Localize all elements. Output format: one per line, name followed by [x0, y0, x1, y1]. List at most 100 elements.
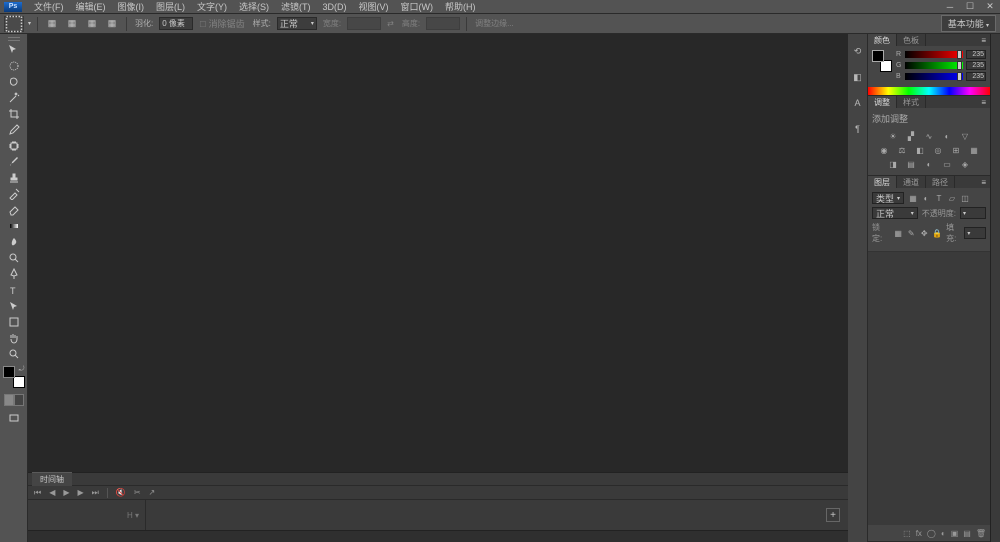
zoom-tool[interactable] [2, 346, 26, 362]
menu-window[interactable]: 窗口(W) [395, 0, 440, 13]
lock-pixels-icon[interactable]: ✎ [906, 228, 916, 238]
layer-style-icon[interactable]: fx [916, 529, 922, 538]
adjustments-tab[interactable]: 调整 [868, 96, 897, 108]
hand-tool[interactable] [2, 330, 26, 346]
adj-brightness-icon[interactable]: ☀ [887, 131, 899, 141]
adj-exposure-icon[interactable]: ◐ [941, 131, 953, 141]
style-select[interactable]: 正常▾ [277, 17, 317, 30]
add-selection-icon[interactable]: ▦ [64, 17, 80, 31]
b-value[interactable]: 235 [966, 72, 986, 81]
character-panel-icon[interactable]: A [851, 96, 865, 110]
timeline-play[interactable]: ▶ [63, 488, 69, 497]
r-slider[interactable] [905, 51, 963, 58]
path-select-tool[interactable] [2, 298, 26, 314]
feather-input[interactable]: 0 像素 [159, 17, 193, 30]
menu-type[interactable]: 文字(Y) [191, 0, 233, 13]
channels-tab[interactable]: 通道 [897, 176, 926, 188]
timeline-split-icon[interactable]: ✂ [134, 488, 141, 497]
paths-tab[interactable]: 路径 [926, 176, 955, 188]
timeline-mute-icon[interactable]: 🔇 [116, 488, 126, 497]
timeline-tab[interactable]: 时间轴 [32, 472, 72, 486]
current-tool-icon[interactable] [4, 16, 24, 32]
menu-3d[interactable]: 3D(D) [317, 2, 353, 12]
menu-file[interactable]: 文件(F) [28, 0, 70, 13]
layer-list[interactable] [868, 252, 990, 525]
properties-panel-icon[interactable]: ◧ [851, 70, 865, 84]
adjustments-panel-menu[interactable]: ≡ [977, 98, 990, 107]
new-group-icon[interactable]: ▣ [951, 529, 959, 538]
blur-tool[interactable] [2, 234, 26, 250]
lock-all-icon[interactable]: 🔒 [932, 228, 942, 238]
opacity-input[interactable]: ▾ [960, 207, 986, 219]
paragraph-panel-icon[interactable]: ¶ [851, 122, 865, 136]
menu-filter[interactable]: 滤镜(T) [275, 0, 317, 13]
lock-transparent-icon[interactable]: ▦ [893, 228, 903, 238]
adj-colorlookup-icon[interactable]: ▦ [968, 145, 980, 155]
subtract-selection-icon[interactable]: ▦ [84, 17, 100, 31]
timeline-add-media[interactable]: + [826, 508, 840, 522]
filter-type-icon[interactable]: T [934, 193, 944, 203]
layer-filter-type[interactable]: 类型▾ [872, 192, 904, 204]
eraser-tool[interactable] [2, 202, 26, 218]
menu-select[interactable]: 选择(S) [233, 0, 275, 13]
tool-preset-dropdown[interactable]: ▾ [28, 20, 31, 27]
blend-mode-select[interactable]: 正常▾ [872, 207, 918, 219]
adj-vibrance-icon[interactable]: ▽ [959, 131, 971, 141]
adj-posterize-icon[interactable]: ▤ [905, 159, 917, 169]
eyedropper-tool[interactable] [2, 122, 26, 138]
history-brush-tool[interactable] [2, 186, 26, 202]
filter-shape-icon[interactable]: ▱ [947, 193, 957, 203]
link-layers-icon[interactable]: ⬚ [903, 529, 911, 538]
delete-layer-icon[interactable]: 🗑 [976, 529, 986, 538]
adj-bw-icon[interactable]: ◧ [914, 145, 926, 155]
fill-input[interactable]: ▾ [964, 227, 986, 239]
filter-smart-icon[interactable]: ◫ [960, 193, 970, 203]
foreground-color-swatch[interactable] [3, 366, 15, 378]
layers-panel-menu[interactable]: ≡ [977, 178, 990, 187]
r-value[interactable]: 235 [966, 50, 986, 59]
new-selection-icon[interactable]: ▦ [44, 17, 60, 31]
timeline-transition-icon[interactable]: ↗ [149, 488, 156, 497]
shape-tool[interactable] [2, 314, 26, 330]
adj-invert-icon[interactable]: ◨ [887, 159, 899, 169]
timeline-prev-frame[interactable]: ◀ [49, 488, 55, 497]
marquee-tool[interactable] [2, 58, 26, 74]
layers-tab[interactable]: 图层 [868, 176, 897, 188]
lasso-tool[interactable] [2, 74, 26, 90]
styles-tab[interactable]: 样式 [897, 96, 926, 108]
new-fill-layer-icon[interactable]: ◐ [941, 529, 946, 538]
healing-tool[interactable] [2, 138, 26, 154]
swatches-tab[interactable]: 色板 [897, 34, 926, 46]
quickmask-toggle[interactable] [4, 394, 24, 408]
adj-photofilter-icon[interactable]: ◎ [932, 145, 944, 155]
move-tool[interactable] [2, 42, 26, 58]
adj-hue-icon[interactable]: ◉ [878, 145, 890, 155]
maximize-button[interactable]: ☐ [964, 2, 976, 12]
layer-mask-icon[interactable]: ◯ [927, 529, 936, 538]
lock-position-icon[interactable]: ✥ [919, 228, 929, 238]
stamp-tool[interactable] [2, 170, 26, 186]
color-panel-swatch[interactable] [872, 50, 892, 72]
menu-layer[interactable]: 图层(L) [150, 0, 191, 13]
menu-image[interactable]: 图像(I) [112, 0, 151, 13]
foreground-background-colors[interactable]: ⤾ [3, 366, 25, 388]
canvas[interactable] [28, 34, 848, 472]
menu-help[interactable]: 帮助(H) [439, 0, 482, 13]
crop-tool[interactable] [2, 106, 26, 122]
timeline-track-area[interactable]: + [146, 500, 848, 530]
g-slider[interactable] [905, 62, 963, 69]
adj-colorbalance-icon[interactable]: ⚖ [896, 145, 908, 155]
intersect-selection-icon[interactable]: ▦ [104, 17, 120, 31]
color-tab[interactable]: 颜色 [868, 34, 897, 46]
minimize-button[interactable]: ─ [944, 2, 956, 12]
adj-selectivecolor-icon[interactable]: ◈ [959, 159, 971, 169]
timeline-next-frame[interactable]: ▶ [78, 488, 84, 497]
g-value[interactable]: 235 [966, 61, 986, 70]
screenmode-toggle[interactable] [2, 410, 26, 426]
adj-gradientmap-icon[interactable]: ▭ [941, 159, 953, 169]
swap-colors-icon[interactable]: ⤾ [19, 366, 25, 374]
dodge-tool[interactable] [2, 250, 26, 266]
timeline-first-frame[interactable]: ⏮ [34, 488, 41, 498]
adj-channelmixer-icon[interactable]: ⊞ [950, 145, 962, 155]
adj-curves-icon[interactable]: ∿ [923, 131, 935, 141]
